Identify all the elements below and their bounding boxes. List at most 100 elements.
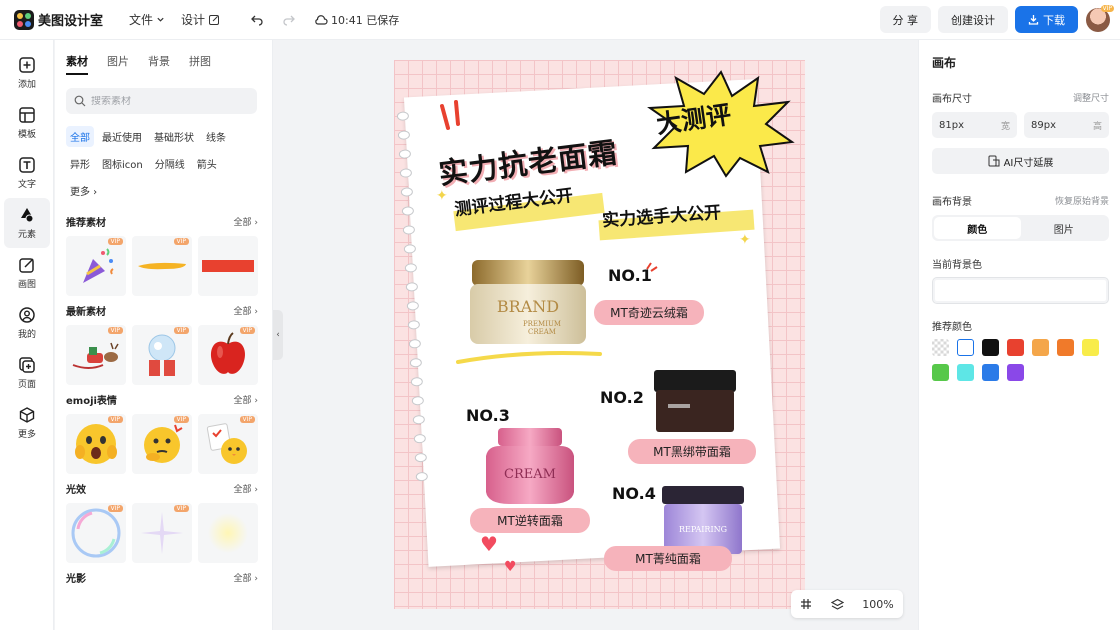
rail-label: 文字 [17, 180, 36, 190]
height-field[interactable]: 89px 高 [1024, 112, 1109, 138]
user-avatar[interactable]: VIP [1086, 4, 1114, 32]
material-thumb[interactable] [198, 236, 258, 296]
artboard[interactable]: 大测评 实力抗老面霜 测评过程大公开 实力选手大公开 ✦ ✦ BRAND PRE… [394, 60, 805, 609]
color-swatch[interactable] [1082, 339, 1099, 356]
heart-icon: ♥ [504, 559, 517, 575]
design-menu[interactable]: 设计 [181, 11, 220, 28]
design-menu-label: 设计 [181, 13, 206, 27]
material-thumb[interactable]: VIP [66, 325, 126, 385]
exclaim-marks-icon [440, 100, 460, 130]
bg-color-option[interactable]: 颜色 [934, 217, 1021, 239]
file-menu[interactable]: 文件 [129, 11, 165, 28]
restore-bg-link[interactable]: 恢复原始背景 [1055, 194, 1109, 207]
color-swatch[interactable] [1057, 339, 1074, 356]
material-thumb[interactable]: VIP [198, 414, 258, 474]
color-swatch[interactable] [1007, 339, 1024, 356]
chip-recent[interactable]: 最近使用 [98, 126, 146, 147]
height-unit: 高 [1092, 121, 1102, 132]
tab-materials[interactable]: 素材 [66, 53, 88, 75]
history-controls [250, 14, 314, 26]
chip-more[interactable]: 更多 › [66, 180, 101, 201]
canvas-properties-panel: 画布 画布尺寸 调整尺寸 81px 宽 89px 高 AI尺寸延展 画布背景 恢… [918, 40, 1120, 630]
current-bg-row: 当前背景色 [932, 256, 1109, 271]
create-design-button[interactable]: 创建设计 [938, 6, 1008, 33]
apple-icon [210, 332, 246, 374]
rail-item-templates[interactable]: 模板 [0, 98, 54, 148]
redo-icon[interactable] [282, 14, 296, 26]
chip-more-label: 更多 [70, 187, 90, 198]
rail-label: 更多 [17, 430, 36, 440]
material-thumb[interactable]: VIP [198, 325, 258, 385]
color-swatch[interactable] [932, 339, 949, 356]
tab-images[interactable]: 图片 [107, 53, 129, 75]
rail-item-draw[interactable]: 画图 [0, 248, 54, 298]
color-swatches [932, 339, 1112, 389]
section-title: 最新素材 [66, 307, 106, 318]
chip-arrows[interactable]: 箭头 [193, 153, 221, 174]
undo-icon[interactable] [250, 14, 264, 26]
zoom-toolbar: 100% [791, 590, 903, 618]
rail-item-add[interactable]: 添加 [0, 48, 54, 98]
color-swatch[interactable] [1032, 339, 1049, 356]
chip-all[interactable]: 全部 [66, 126, 94, 147]
material-thumb[interactable]: VIP [66, 414, 126, 474]
section-title: 光效 [66, 485, 86, 496]
see-all-link[interactable]: 全部 › [234, 393, 258, 406]
layers-icon[interactable] [830, 598, 844, 611]
chip-basic-shapes[interactable]: 基础形状 [150, 126, 198, 147]
material-thumb[interactable]: VIP [132, 236, 192, 296]
vip-tag: VIP [107, 327, 123, 334]
canvas-size-label: 画布尺寸 [932, 94, 972, 105]
yellow-brush-stroke-icon [138, 262, 186, 270]
text-icon [19, 157, 35, 173]
panel-title: 画布 [932, 56, 957, 70]
share-button[interactable]: 分 享 [879, 6, 931, 33]
see-all-label: 全部 [233, 574, 252, 584]
download-button[interactable]: 下载 [1015, 6, 1078, 33]
material-thumb[interactable]: VIP [66, 503, 126, 563]
ai-expand-button[interactable]: AI尺寸延展 [932, 148, 1109, 174]
rail-label: 画图 [17, 280, 36, 290]
bg-image-option[interactable]: 图片 [1021, 217, 1108, 239]
current-color-box[interactable] [932, 277, 1109, 304]
material-thumb[interactable]: VIP [132, 325, 192, 385]
see-all-link[interactable]: 全部 › [234, 215, 258, 228]
chip-irregular[interactable]: 异形 [66, 153, 94, 174]
ai-resize-icon [988, 155, 1000, 167]
see-all-link[interactable]: 全部 › [234, 304, 258, 317]
color-swatch[interactable] [982, 339, 999, 356]
app-logo[interactable]: 美图设计室 [14, 9, 103, 30]
sparkle-icon: ✦ [739, 232, 751, 248]
width-field[interactable]: 81px 宽 [932, 112, 1017, 138]
logo-icon [14, 9, 34, 30]
material-thumb[interactable] [198, 503, 258, 563]
adjust-size-link[interactable]: 调整尺寸 [1073, 91, 1109, 104]
grid-icon[interactable] [800, 598, 812, 610]
color-swatch[interactable] [982, 364, 999, 381]
tab-backgrounds[interactable]: 背景 [148, 53, 170, 75]
chip-dividers[interactable]: 分隔线 [151, 153, 189, 174]
rail-item-pages[interactable]: 页面 [0, 348, 54, 398]
collapse-panel-handle[interactable]: ‹ [273, 310, 283, 360]
zoom-level[interactable]: 100% [862, 598, 893, 611]
see-all-link[interactable]: 全部 › [234, 482, 258, 495]
chip-icons[interactable]: 图标icon [98, 153, 147, 174]
material-thumb[interactable]: VIP [132, 503, 192, 563]
material-thumb[interactable]: VIP [132, 414, 192, 474]
shocked-face-icon [75, 424, 117, 464]
current-bg-label: 当前背景色 [932, 260, 982, 271]
rail-item-elements[interactable]: 元素 [4, 198, 50, 248]
rail-item-text[interactable]: 文字 [0, 148, 54, 198]
material-thumb[interactable]: VIP [66, 236, 126, 296]
chip-lines[interactable]: 线条 [202, 126, 230, 147]
yellow-swoosh [456, 351, 602, 364]
rail-item-mine[interactable]: 我的 [0, 298, 54, 348]
color-swatch[interactable] [957, 364, 974, 381]
tab-collage[interactable]: 拼图 [189, 53, 211, 75]
search-input[interactable] [91, 95, 251, 107]
color-swatch[interactable] [1007, 364, 1024, 381]
color-swatch[interactable] [957, 339, 974, 356]
see-all-link[interactable]: 全部 › [234, 571, 258, 584]
rail-item-more[interactable]: 更多 [0, 398, 54, 448]
color-swatch[interactable] [932, 364, 949, 381]
